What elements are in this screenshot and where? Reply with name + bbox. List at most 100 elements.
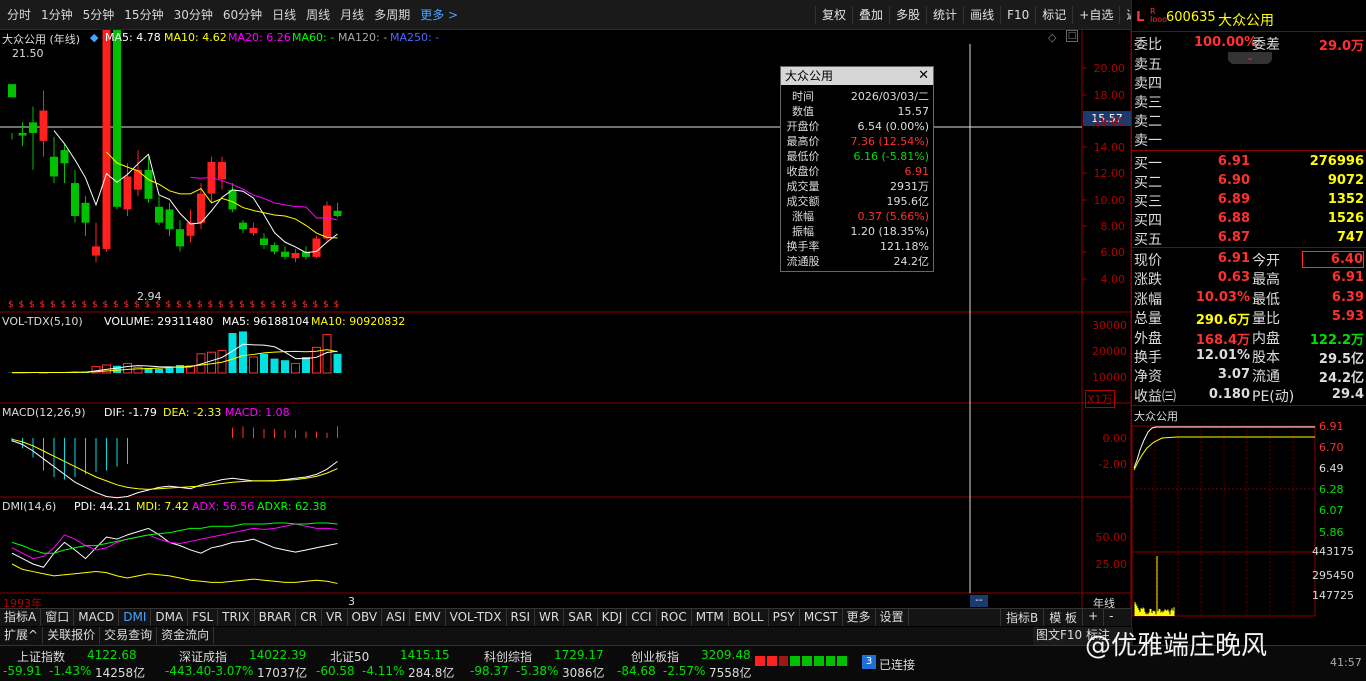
macd-indicator-label[interactable]: MACD(12,26,9) [2, 406, 86, 419]
period-tab-3[interactable]: 15分钟 [119, 6, 168, 24]
indicator-tab-kdj[interactable]: KDJ [598, 609, 628, 626]
indicator-tab-boll[interactable]: BOLL [729, 609, 769, 626]
dif-label: DIF: -1.79 [104, 406, 157, 419]
weicha-label: 委差 [1252, 34, 1280, 54]
indicator-tab-brar[interactable]: BRAR [255, 609, 297, 626]
indicator-tab-emv[interactable]: EMV [410, 609, 445, 626]
period-tab-1[interactable]: 1分钟 [36, 6, 78, 24]
vol-ma5-label: MA5: 96188104 [222, 315, 309, 328]
tooltip-row: 流通股 24.2亿 [781, 254, 933, 269]
mini-y-tick: 6.49 [1319, 462, 1344, 475]
indicator-tab-macd[interactable]: MACD [74, 609, 119, 626]
period-tab-9[interactable]: 多周期 [369, 6, 415, 24]
indicator-tab-dma[interactable]: DMA [151, 609, 188, 626]
indicator-tab-fsl[interactable]: FSL [188, 609, 218, 626]
period-tab-5[interactable]: 60分钟 [218, 6, 267, 24]
indicator-tab-dmi[interactable]: DMI [119, 609, 151, 626]
indicator-b-tab-1[interactable]: 模 板 [1043, 609, 1082, 626]
indicator-tab-vr[interactable]: VR [322, 609, 348, 626]
quote-label: 股本 [1252, 347, 1280, 367]
indicator-tab-mtm[interactable]: MTM [692, 609, 729, 626]
tool-button-3[interactable]: 统计 [926, 6, 963, 24]
stock-code: 600635 [1166, 10, 1216, 25]
quote-value: 10.03% [1188, 290, 1250, 305]
indicator-tab-cr[interactable]: CR [296, 609, 322, 626]
indicator-b-tab-3[interactable]: - [1103, 609, 1118, 626]
indicator-tab-sar[interactable]: SAR [564, 609, 597, 626]
indicator-tab-vol-tdx[interactable]: VOL-TDX [446, 609, 507, 626]
indicator-tab-roc[interactable]: ROC [657, 609, 692, 626]
tooltip-value: 1.20 (18.35%) [825, 224, 933, 239]
close-icon[interactable]: ✕ [918, 67, 929, 85]
indicator-b-tab-0[interactable]: 指标B [1000, 609, 1043, 626]
tool-button-4[interactable]: 画线 [963, 6, 1000, 24]
restore-icon[interactable]: □ [1066, 30, 1078, 42]
indicator-tab-rsi[interactable]: RSI [507, 609, 536, 626]
period-tab-7[interactable]: 周线 [301, 6, 335, 24]
indicator-tab-窗口[interactable]: 窗口 [41, 609, 74, 626]
tool-button-5[interactable]: F10 [1000, 6, 1035, 24]
candle-body [176, 229, 184, 246]
indicator-tab-psy[interactable]: PSY [769, 609, 800, 626]
index-amount: 17037亿 [257, 664, 307, 681]
tooltip-value: 6.91 [825, 164, 933, 179]
tool-button-2[interactable]: 多股 [889, 6, 926, 24]
period-tab-2[interactable]: 5分钟 [78, 6, 120, 24]
sub-tab-2[interactable]: 交易查询 [100, 627, 157, 644]
indicator-tab-asi[interactable]: ASI [382, 609, 410, 626]
buy-level-label: 买五 [1134, 229, 1162, 249]
index-name[interactable]: 上证指数 [17, 648, 65, 665]
indicator-tab-trix[interactable]: TRIX [218, 609, 254, 626]
dividend-marker: $ [187, 300, 193, 310]
tooltip-key: 时间 [781, 89, 825, 104]
indicator-tab-wr[interactable]: WR [535, 609, 564, 626]
tooltip-value: 6.16 (-5.81%) [825, 149, 933, 164]
vol-indicator-label[interactable]: VOL-TDX(5,10) [2, 315, 83, 328]
tool-button-7[interactable]: +自选 [1072, 6, 1119, 24]
volume-bar [208, 352, 216, 373]
tooltip-row: 开盘价 6.54 (0.00%) [781, 119, 933, 134]
indicator-b-tab-2[interactable]: + [1082, 609, 1103, 626]
collapse-icon[interactable]: ⌄ [1228, 52, 1272, 64]
indicator-tab-mcst[interactable]: MCST [800, 609, 843, 626]
indicator-tab-指标a[interactable]: 指标A [0, 609, 41, 626]
tooltip-key: 成交量 [781, 179, 825, 194]
candle-body [271, 245, 279, 252]
r-badge-icon: R Iooo [1150, 8, 1167, 24]
indicator-tab-cci[interactable]: CCI [627, 609, 656, 626]
y-tick: 10.00 [1085, 194, 1125, 207]
index-amount: 14258亿 [95, 664, 145, 681]
tool-button-1[interactable]: 叠加 [852, 6, 889, 24]
candle-body [229, 190, 237, 210]
index-name[interactable]: 创业板指 [631, 648, 679, 665]
quote-value: 5.93 [1302, 309, 1364, 324]
tooltip-title: 大众公用 [785, 69, 833, 83]
volume-bar [334, 354, 342, 373]
sub-tab-1[interactable]: 关联报价 [43, 627, 100, 644]
tool-button-6[interactable]: 标记 [1035, 6, 1072, 24]
dropdown-icon[interactable]: ◆ [90, 31, 98, 44]
tool-button-0[interactable]: 复权 [815, 6, 852, 24]
sell-level-3: 卖三 [1134, 92, 1162, 112]
index-name[interactable]: 北证50 [330, 648, 369, 665]
volume-bar [302, 357, 310, 373]
ma120-label: MA120: - [338, 31, 387, 44]
diamond-icon[interactable]: ◇ [1048, 31, 1056, 44]
period-tab-6[interactable]: 日线 [267, 6, 301, 24]
index-name[interactable]: 深证成指 [179, 648, 227, 665]
period-tab-10[interactable]: 更多 > [415, 6, 463, 24]
quote-value: 290.6万 [1188, 309, 1250, 328]
period-tab-8[interactable]: 月线 [335, 6, 369, 24]
period-tab-4[interactable]: 30分钟 [169, 6, 218, 24]
dmi-indicator-label[interactable]: DMI(14,6) [2, 500, 56, 513]
indicator-tab-设置[interactable]: 设置 [876, 609, 909, 626]
candle-body [155, 207, 163, 223]
index-name[interactable]: 科创综指 [484, 648, 532, 665]
indicator-tab-obv[interactable]: OBV [348, 609, 383, 626]
index-change: -98.37 [470, 664, 509, 678]
indicator-tab-更多[interactable]: 更多 [843, 609, 876, 626]
sub-tab-0[interactable]: 扩展^ [0, 627, 43, 644]
candle-body [166, 209, 174, 229]
period-tab-0[interactable]: 分时 [2, 6, 36, 24]
sub-tab-3[interactable]: 资金流向 [157, 627, 214, 644]
